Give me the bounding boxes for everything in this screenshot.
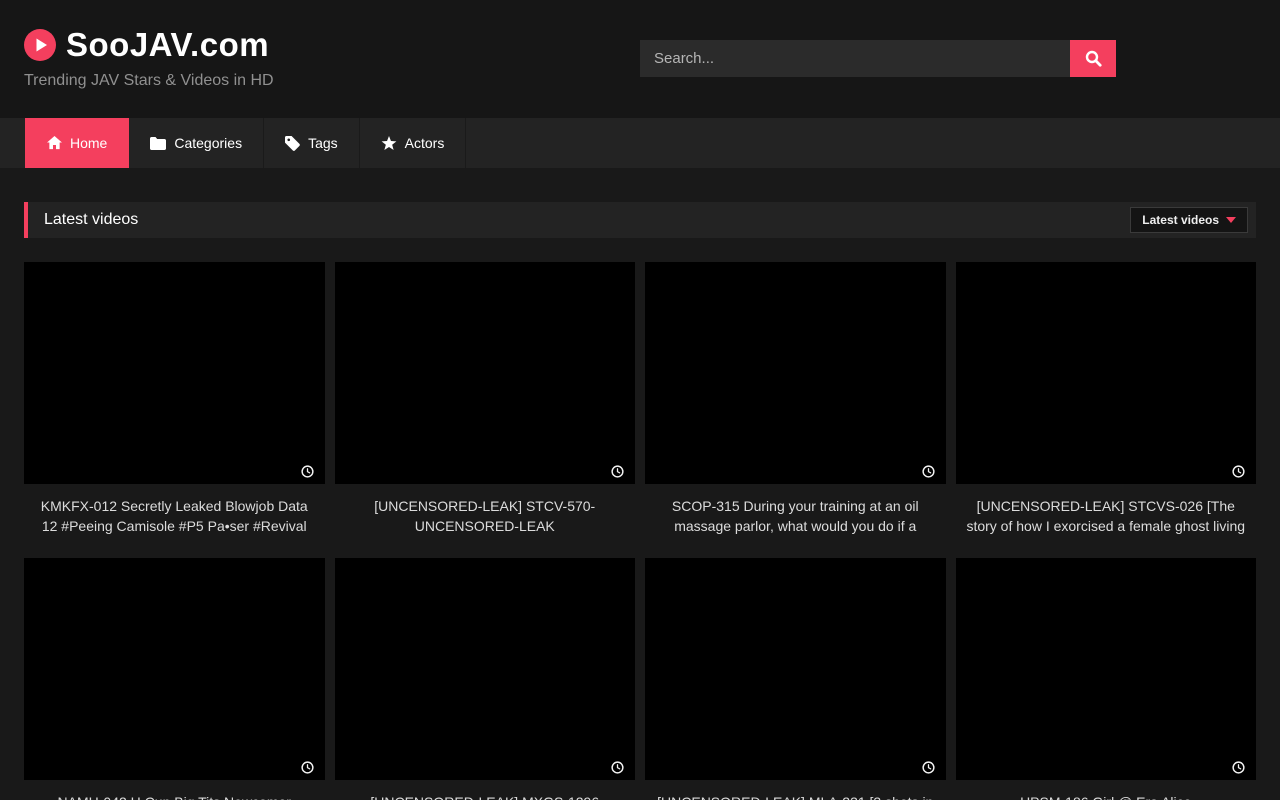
video-title[interactable]: KMKFX-012 Secretly Leaked Blowjob Data 1… <box>24 484 325 536</box>
video-title[interactable]: NAMH-042 H Cup Big Tits Newcomer (170cm … <box>24 780 325 800</box>
caret-down-icon <box>1226 217 1236 223</box>
video-thumbnail[interactable] <box>24 262 325 484</box>
site-tagline: Trending JAV Stars & Videos in HD <box>24 72 274 90</box>
video-thumbnail[interactable] <box>956 558 1257 780</box>
sort-dropdown[interactable]: Latest videos <box>1130 207 1248 233</box>
sort-dropdown-label: Latest videos <box>1142 213 1219 227</box>
clock-icon <box>922 465 935 478</box>
search-input[interactable] <box>640 40 1070 77</box>
nav-item-label: Actors <box>405 135 445 151</box>
video-thumbnail[interactable] <box>645 558 946 780</box>
nav-item-actors[interactable]: Actors <box>360 118 467 168</box>
clock-icon <box>611 761 624 774</box>
nav-item-label: Categories <box>174 135 242 151</box>
tag-icon <box>285 136 300 151</box>
site-title: SooJAV.com <box>66 26 269 64</box>
main-nav: Home Categories Tags Actors <box>0 118 1280 168</box>
video-title[interactable]: [UNCENSORED-LEAK] STCVS-026 [The story o… <box>956 484 1257 536</box>
play-circle-icon <box>24 29 56 61</box>
video-grid: KMKFX-012 Secretly Leaked Blowjob Data 1… <box>24 262 1256 800</box>
search-form <box>640 40 1116 77</box>
section-title: Latest videos <box>44 211 138 229</box>
video-card: KMKFX-012 Secretly Leaked Blowjob Data 1… <box>24 262 325 536</box>
main-content: Latest videos Latest videos KMKFX-012 Se… <box>0 202 1280 800</box>
video-title[interactable]: [UNCENSORED-LEAK] STCV-570-UNCENSORED-LE… <box>335 484 636 536</box>
site-logo[interactable]: SooJAV.com <box>24 26 269 64</box>
video-card: [UNCENSORED-LEAK] MLA-231 [3 shots in <box>645 558 946 800</box>
star-icon <box>381 136 397 151</box>
video-title[interactable]: [UNCENSORED-LEAK] MLA-231 [3 shots in <box>645 780 946 800</box>
folder-icon <box>150 137 166 150</box>
clock-icon <box>922 761 935 774</box>
nav-item-categories[interactable]: Categories <box>129 118 264 168</box>
video-thumbnail[interactable] <box>335 558 636 780</box>
clock-icon <box>301 761 314 774</box>
clock-icon <box>611 465 624 478</box>
video-card: HPSM-186 Girl @ Era Alice <box>956 558 1257 800</box>
video-thumbnail[interactable] <box>956 262 1257 484</box>
video-card: [UNCENSORED-LEAK] MXGS-1296 Absolutely <box>335 558 636 800</box>
nav-item-label: Tags <box>308 135 338 151</box>
nav-item-tags[interactable]: Tags <box>264 118 360 168</box>
latest-videos-section-header: Latest videos Latest videos <box>24 202 1256 238</box>
clock-icon <box>1232 465 1245 478</box>
video-title[interactable]: SCOP-315 During your training at an oil … <box>645 484 946 536</box>
search-button[interactable] <box>1070 40 1116 77</box>
video-card: [UNCENSORED-LEAK] STCVS-026 [The story o… <box>956 262 1257 536</box>
video-thumbnail[interactable] <box>24 558 325 780</box>
video-card: SCOP-315 During your training at an oil … <box>645 262 946 536</box>
video-title[interactable]: HPSM-186 Girl @ Era Alice <box>956 780 1257 800</box>
clock-icon <box>1232 761 1245 774</box>
home-icon <box>47 136 62 150</box>
nav-item-home[interactable]: Home <box>25 118 129 168</box>
search-icon <box>1085 50 1102 67</box>
nav-item-label: Home <box>70 135 107 151</box>
video-card: NAMH-042 H Cup Big Tits Newcomer (170cm … <box>24 558 325 800</box>
video-thumbnail[interactable] <box>645 262 946 484</box>
video-title[interactable]: [UNCENSORED-LEAK] MXGS-1296 Absolutely <box>335 780 636 800</box>
site-header: SooJAV.com Trending JAV Stars & Videos i… <box>0 0 1280 118</box>
video-card: [UNCENSORED-LEAK] STCV-570-UNCENSORED-LE… <box>335 262 636 536</box>
video-thumbnail[interactable] <box>335 262 636 484</box>
clock-icon <box>301 465 314 478</box>
